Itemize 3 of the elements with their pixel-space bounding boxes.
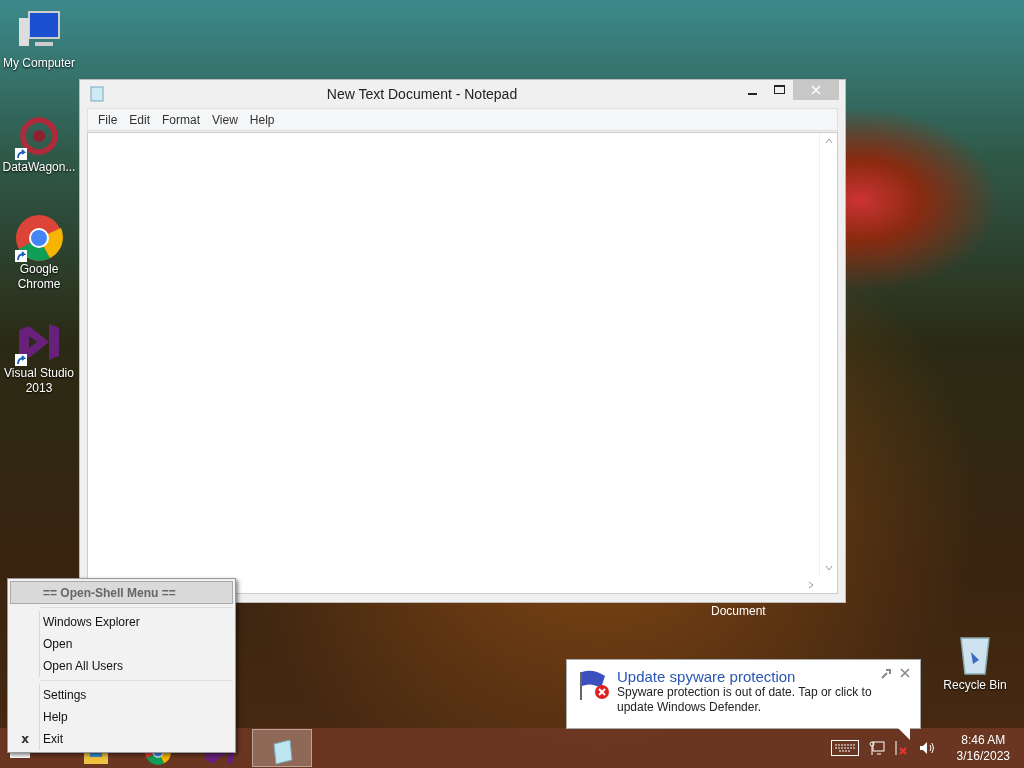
notification-title: Update spyware protection — [617, 668, 797, 685]
window-title: New Text Document - Notepad — [325, 86, 519, 102]
notification-body: Spyware protection is out of date. Tap or click to update Windows Defender. — [617, 685, 873, 715]
